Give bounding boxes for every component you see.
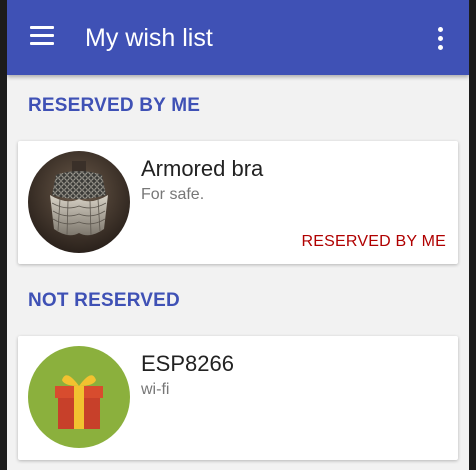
app-screen: My wish list RESERVED BY ME Armored bra … <box>7 0 469 470</box>
item-photo <box>28 151 130 253</box>
item-name: ESP8266 <box>141 351 234 376</box>
item-description: For safe. <box>141 186 205 203</box>
app-title: My wish list <box>85 24 213 52</box>
list-item-esp8266[interactable]: ESP8266 wi-fi <box>18 336 458 460</box>
item-description: wi-fi <box>141 381 170 398</box>
section-header-not-reserved: NOT RESERVED <box>28 290 180 311</box>
more-vert-icon[interactable] <box>427 24 455 52</box>
app-bar: My wish list <box>7 0 469 75</box>
item-image <box>28 346 130 448</box>
list-item-armored-bra[interactable]: Armored bra For safe. RESERVED BY ME <box>18 141 458 264</box>
section-header-reserved: RESERVED BY ME <box>28 95 201 116</box>
gift-icon <box>55 375 103 429</box>
item-name: Armored bra <box>141 156 264 181</box>
reserved-status-badge: RESERVED BY ME <box>301 233 446 250</box>
hamburger-menu-icon[interactable] <box>30 26 56 46</box>
armor-photo <box>28 151 130 253</box>
